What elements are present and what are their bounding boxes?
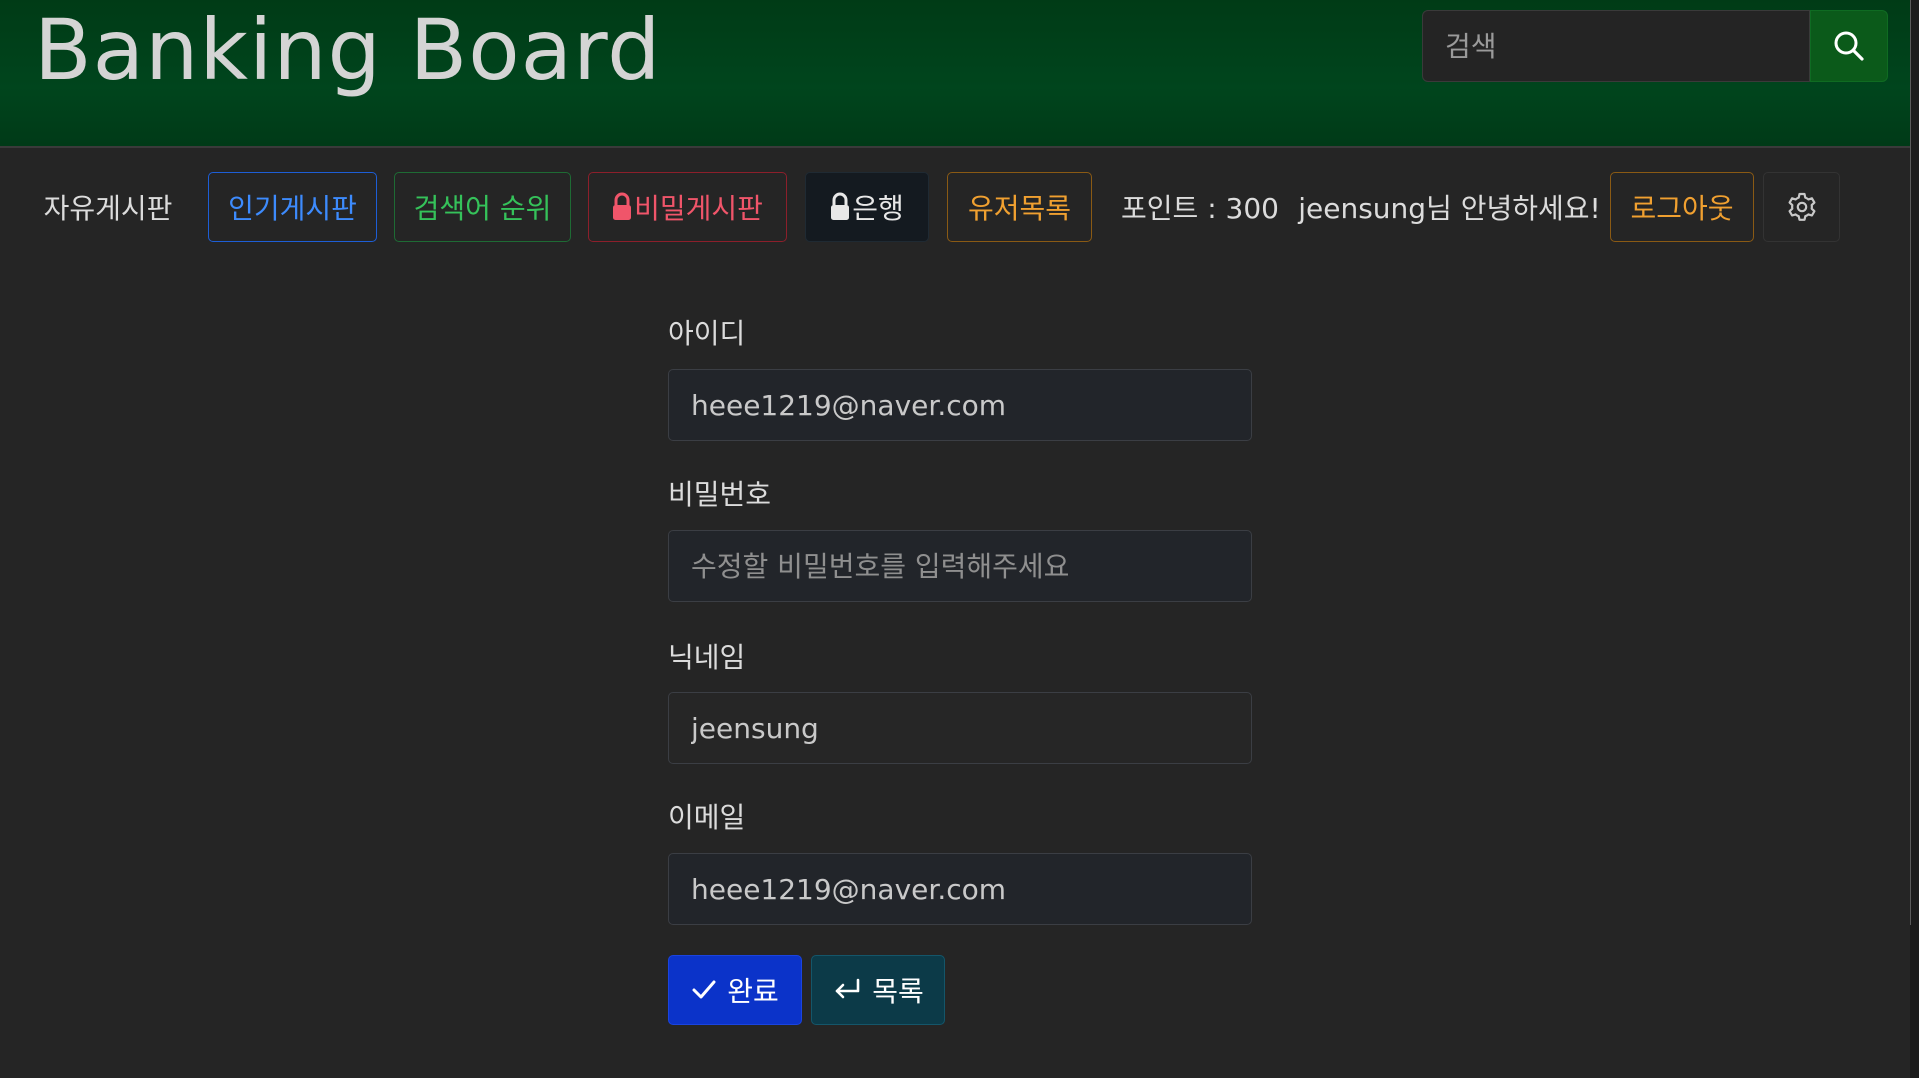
site-title[interactable]: Banking Board: [34, 0, 661, 100]
search-input[interactable]: [1422, 10, 1810, 82]
settings-button[interactable]: [1763, 172, 1840, 242]
return-arrow-icon: [835, 978, 860, 999]
back-to-list-button[interactable]: 목록: [811, 955, 945, 1025]
nav-popular-board[interactable]: 인기게시판: [208, 172, 377, 242]
nav-search-ranking[interactable]: 검색어 순위: [394, 172, 571, 242]
submit-button[interactable]: 완료: [668, 955, 802, 1025]
scrollbar-track[interactable]: [1910, 0, 1911, 925]
search-icon: [1834, 31, 1864, 61]
main-nav: 자유게시판 인기게시판 검색어 순위 비밀게시판 은행 유저목록 포인트 : 3…: [0, 172, 1910, 242]
search-button[interactable]: [1810, 10, 1888, 82]
id-field[interactable]: [668, 369, 1252, 441]
email-field[interactable]: [668, 853, 1252, 925]
check-icon: [692, 980, 716, 999]
points-display: 포인트 : 300: [1121, 192, 1279, 225]
nav-secret-board[interactable]: 비밀게시판: [588, 172, 787, 242]
window-edge: [1910, 0, 1919, 1078]
email-label: 이메일: [668, 801, 746, 834]
submit-button-label: 완료: [727, 975, 779, 1008]
id-label: 아이디: [668, 317, 746, 350]
nickname-label: 닉네임: [668, 641, 746, 674]
logout-button[interactable]: 로그아웃: [1610, 172, 1754, 242]
nav-free-board[interactable]: 자유게시판: [44, 172, 173, 242]
nav-user-list[interactable]: 유저목록: [947, 172, 1092, 242]
back-to-list-label: 목록: [872, 975, 924, 1008]
lock-icon: [613, 192, 632, 220]
lock-icon: [831, 192, 850, 220]
search-form: [1422, 10, 1888, 82]
nav-bank[interactable]: 은행: [805, 172, 929, 242]
nav-bank-label: 은행: [852, 192, 904, 225]
nickname-field[interactable]: [668, 692, 1252, 764]
password-field[interactable]: [668, 530, 1252, 602]
password-label: 비밀번호: [668, 478, 772, 511]
top-header: Banking Board: [0, 0, 1910, 148]
nav-secret-board-label: 비밀게시판: [634, 192, 763, 225]
gear-icon: [1788, 192, 1815, 221]
user-greeting: jeensung님 안녕하세요!: [1298, 192, 1601, 225]
